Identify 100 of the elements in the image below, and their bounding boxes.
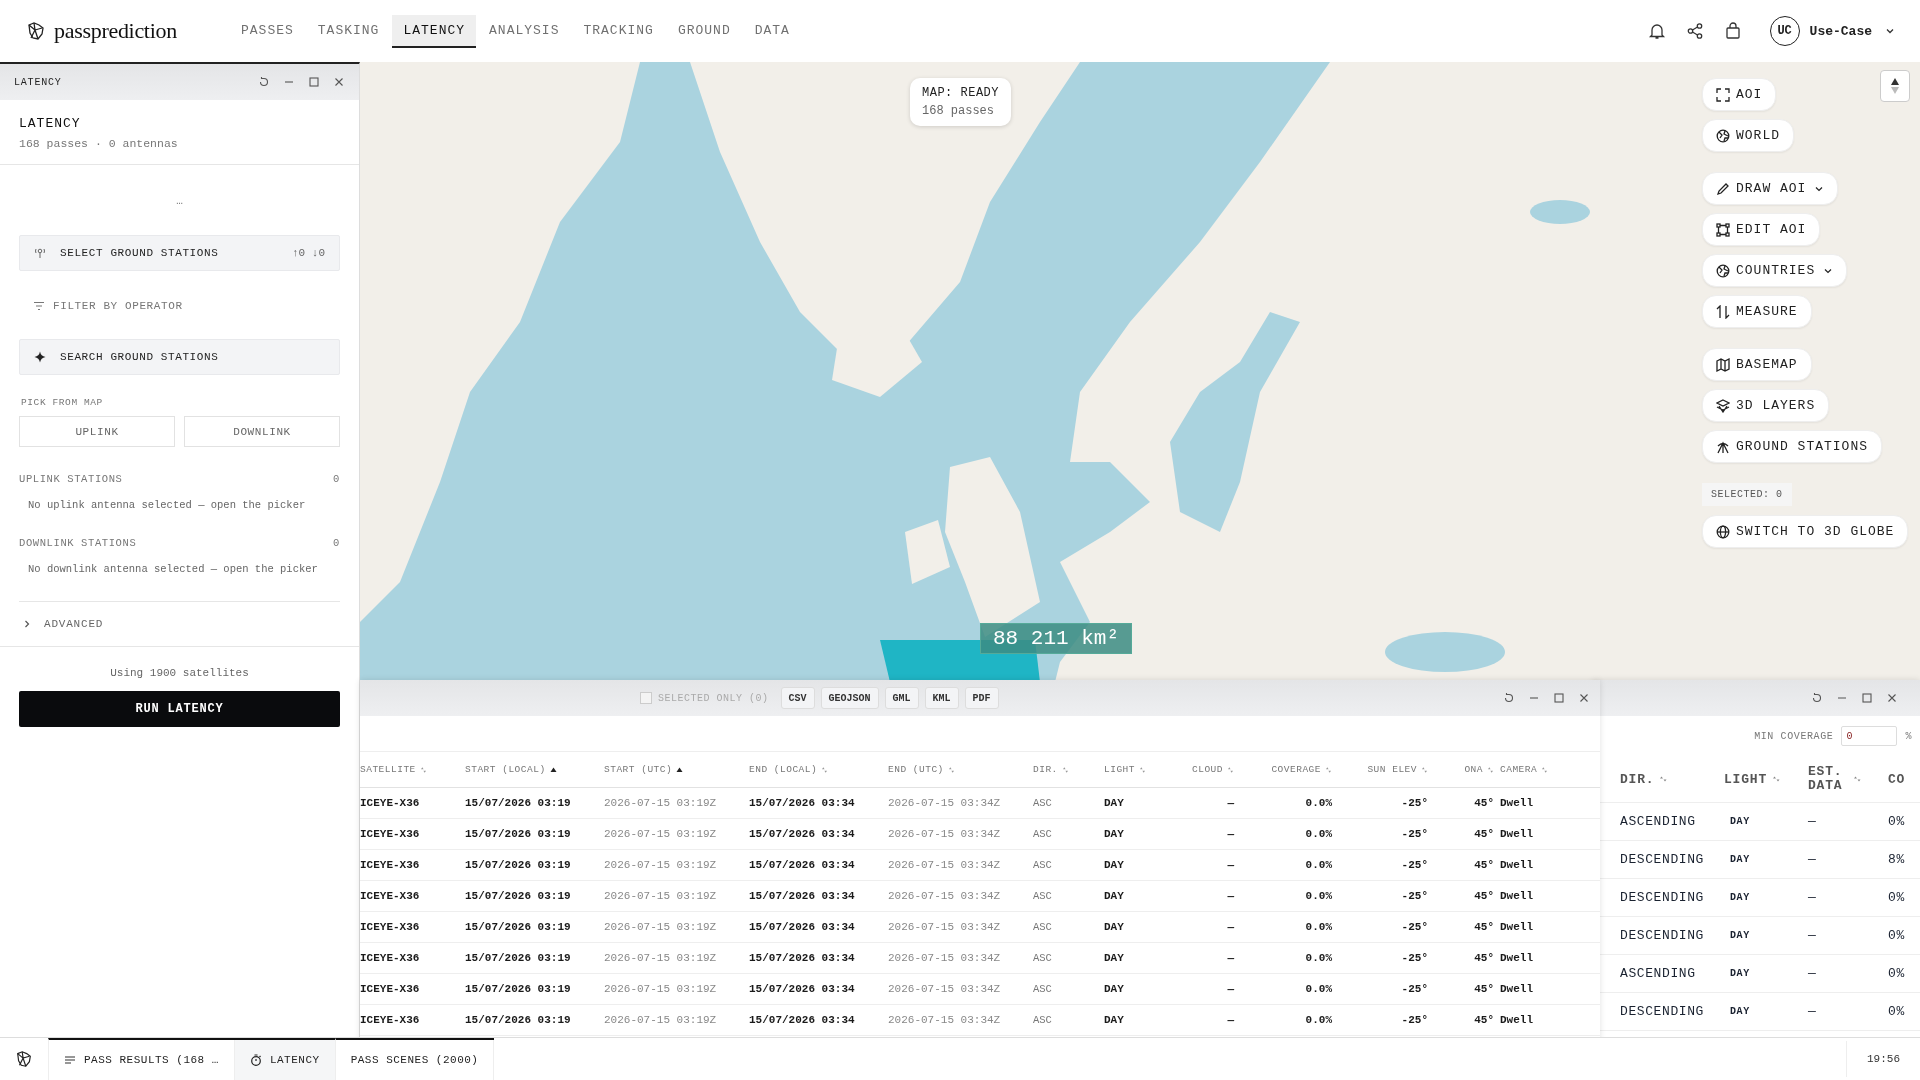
- table-cell-text: 0%: [1888, 890, 1906, 905]
- sort-icon[interactable]: [676, 765, 684, 774]
- nav-tab[interactable]: GROUND: [666, 14, 742, 48]
- map-tool-button[interactable]: 3D LAYERS: [1702, 389, 1830, 422]
- filter-button[interactable]: FILTER BY OPERATOR: [19, 291, 340, 321]
- column-header[interactable]: CO: [1888, 771, 1906, 787]
- compass-button[interactable]: [1880, 70, 1910, 102]
- pencil-icon[interactable]: [1716, 181, 1730, 196]
- table-cell-text: 2026-07-15 03:19Z: [604, 921, 718, 933]
- globe-icon[interactable]: [1716, 128, 1730, 143]
- share-icon[interactable]: [1685, 22, 1704, 40]
- bag-icon[interactable]: [1723, 22, 1742, 40]
- nav-tab[interactable]: DATA: [743, 14, 801, 48]
- nav-tab[interactable]: TASKING: [306, 14, 391, 48]
- square-nodes-icon[interactable]: [1716, 222, 1730, 237]
- column-header[interactable]: CAMERA: [1500, 764, 1538, 775]
- column-header[interactable]: EST. DATA: [1808, 765, 1848, 793]
- column-header[interactable]: ONA: [1464, 764, 1483, 775]
- clock: 19:56: [1846, 1041, 1920, 1077]
- column-header[interactable]: CLOUD: [1192, 764, 1223, 775]
- column-header[interactable]: END (UTC): [888, 764, 944, 775]
- min-coverage-field[interactable]: 0: [1841, 726, 1898, 746]
- layers-icon[interactable]: [1716, 398, 1730, 413]
- maximize-icon[interactable]: [1861, 692, 1873, 704]
- table-cell-text: —: [1226, 890, 1235, 902]
- refresh-icon[interactable]: [258, 76, 270, 88]
- table-cell-text: 0.0%: [1304, 828, 1333, 840]
- search-stations-button[interactable]: SEARCH GROUND STATIONS: [19, 339, 340, 375]
- table-cell-text: 0%: [1888, 928, 1906, 943]
- up-down-arrows-icon[interactable]: [1716, 304, 1730, 319]
- sort-icon[interactable]: [549, 765, 557, 774]
- advanced-toggle[interactable]: ADVANCED: [44, 618, 104, 630]
- column-header[interactable]: START (LOCAL): [465, 764, 546, 775]
- column-header[interactable]: DIR.: [1620, 771, 1655, 787]
- nav-tab[interactable]: PASSES: [230, 14, 305, 48]
- maximize-icon[interactable]: [1553, 692, 1565, 704]
- nav-tab[interactable]: LATENCY: [392, 14, 477, 48]
- globe-icon[interactable]: [1716, 524, 1730, 539]
- table-cell-text: 0.0%: [1304, 983, 1333, 995]
- logo-icon[interactable]: [15, 1050, 33, 1068]
- table-cell-text: —: [1226, 952, 1235, 964]
- pick-button[interactable]: DOWNLINK: [184, 416, 340, 447]
- maximize-icon[interactable]: [308, 76, 320, 88]
- map-icon[interactable]: [1716, 357, 1730, 372]
- map-tool-button[interactable]: GROUND STATIONS: [1702, 430, 1883, 463]
- table-cell-text: —: [1808, 1004, 1818, 1019]
- column-header[interactable]: SUN ELEV: [1367, 764, 1417, 775]
- table-cell-text: 15/07/2026 03:34: [749, 983, 856, 995]
- section-count: 0: [333, 537, 340, 549]
- table-cell-text: -25°: [1400, 828, 1429, 840]
- table-cell-text: 2026-07-15 03:19Z: [604, 983, 718, 995]
- map-tool-button[interactable]: COUNTRIES: [1702, 254, 1848, 287]
- map-tool-button[interactable]: DRAW AOI: [1702, 172, 1839, 205]
- map-tool-button[interactable]: AOI: [1702, 78, 1777, 111]
- table-cell-text: 15/07/2026 03:19: [465, 1014, 572, 1026]
- user-name[interactable]: Use-Case: [1809, 23, 1872, 39]
- close-icon[interactable]: [1886, 692, 1898, 704]
- column-header[interactable]: SATELLITE: [360, 764, 416, 775]
- column-header[interactable]: END (LOCAL): [749, 764, 818, 775]
- export-button[interactable]: GML: [884, 687, 919, 709]
- table-cell-text: Dwell: [1500, 921, 1534, 933]
- map-tool-button[interactable]: EDIT AOI: [1702, 213, 1821, 246]
- map-tool-button[interactable]: MEASURE: [1702, 295, 1812, 328]
- refresh-icon[interactable]: [1811, 692, 1823, 704]
- nav-tab[interactable]: TRACKING: [572, 14, 665, 48]
- export-button[interactable]: CSV: [780, 687, 815, 709]
- select-stations-button[interactable]: SELECT GROUND STATIONS ↑0 ↓0: [19, 235, 340, 271]
- pass-count: 168 passes: [922, 104, 995, 118]
- checkbox[interactable]: [640, 692, 652, 704]
- taskbar-tab[interactable]: LATENCY: [234, 1038, 336, 1080]
- export-button[interactable]: GEOJSON: [820, 687, 879, 709]
- close-icon[interactable]: [333, 76, 345, 88]
- expand-icon[interactable]: [1716, 87, 1730, 102]
- table-cell-text: 8%: [1888, 852, 1906, 867]
- list-icon[interactable]: [64, 1054, 76, 1066]
- close-icon[interactable]: [1578, 692, 1590, 704]
- export-button[interactable]: KML: [924, 687, 959, 709]
- table-cell-text: DESCENDING: [1620, 1004, 1705, 1019]
- chevron-icon[interactable]: [22, 619, 32, 629]
- column-header[interactable]: COVERAGE: [1271, 764, 1321, 775]
- column-header[interactable]: START (UTC): [604, 764, 673, 775]
- column-header[interactable]: LIGHT: [1104, 764, 1135, 775]
- map-tool-button[interactable]: BASEMAP: [1702, 348, 1812, 381]
- timer-icon[interactable]: [249, 1054, 262, 1066]
- table-cell-text: DAY: [1729, 1006, 1751, 1017]
- run-button[interactable]: RUN LATENCY: [19, 691, 340, 727]
- compass-icon[interactable]: [1889, 77, 1901, 95]
- globe-icon[interactable]: [1716, 263, 1730, 278]
- map-tool-button[interactable]: WORLD: [1702, 119, 1794, 152]
- table-cell-text: —: [1226, 1014, 1235, 1026]
- column-header[interactable]: LIGHT: [1724, 771, 1767, 787]
- nav-tab[interactable]: ANALYSIS: [478, 14, 571, 48]
- globe-toggle-button[interactable]: SWITCH TO 3D GLOBE: [1702, 515, 1909, 548]
- refresh-icon[interactable]: [1503, 692, 1515, 704]
- bell-icon[interactable]: [1647, 22, 1666, 40]
- filter-icon[interactable]: [33, 300, 45, 312]
- pick-button[interactable]: UPLINK: [19, 416, 175, 447]
- export-button[interactable]: PDF: [964, 687, 999, 709]
- column-header[interactable]: DIR.: [1033, 764, 1058, 775]
- sparkle-icon[interactable]: [34, 351, 46, 363]
